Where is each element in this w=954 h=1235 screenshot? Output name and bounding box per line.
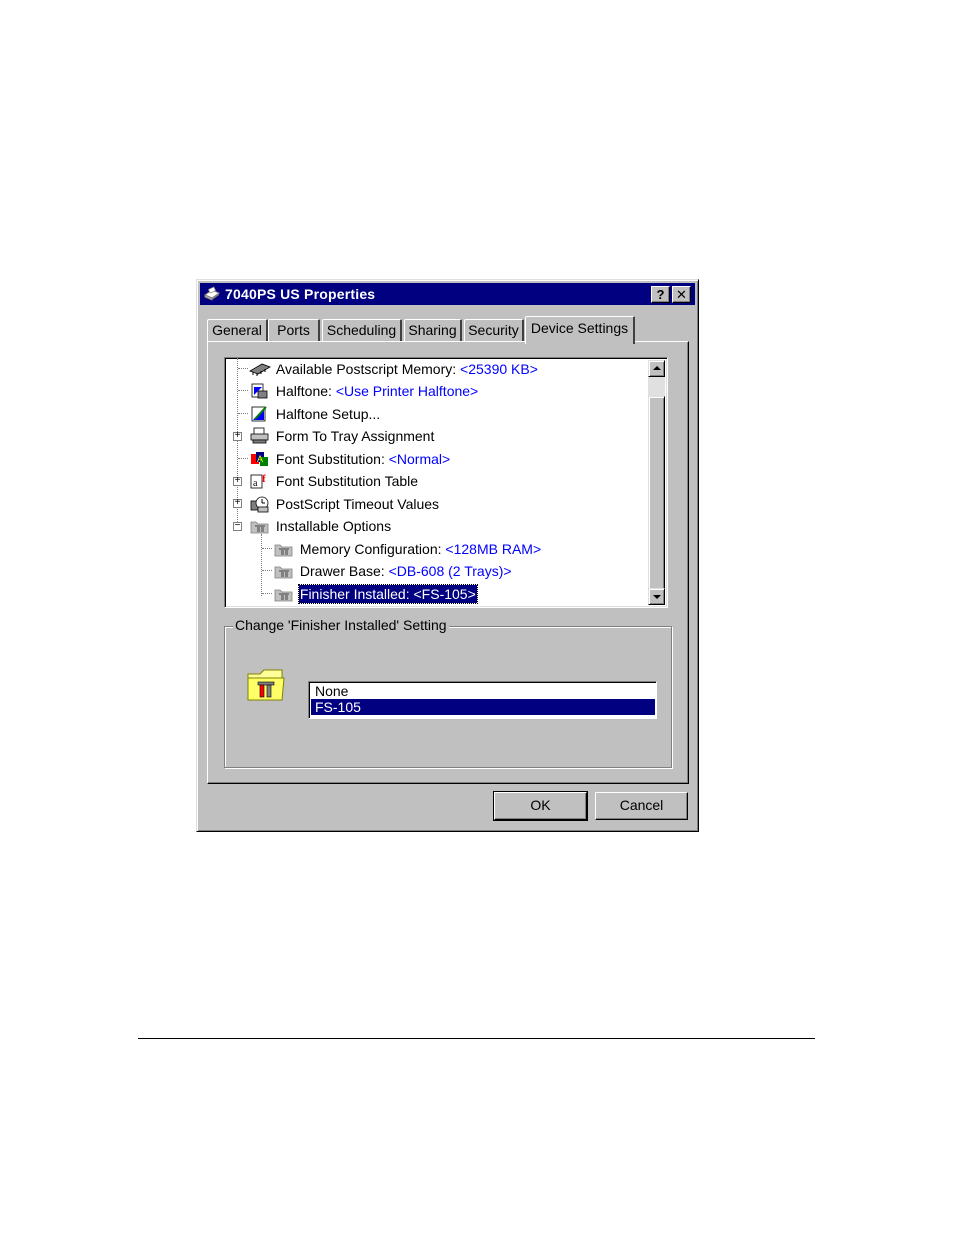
tree-item-label: Available Postscript Memory: xyxy=(275,361,457,377)
list-item-none[interactable]: None xyxy=(311,683,655,699)
arrow-up-icon xyxy=(653,366,661,370)
options-folder-icon xyxy=(249,517,271,535)
printer-properties-dialog: 7040PS US Properties ? ✕ General Ports S… xyxy=(196,279,699,832)
tree-item-halftone[interactable]: Halftone: <Use Printer Halftone> xyxy=(249,382,479,402)
ok-button[interactable]: OK xyxy=(493,791,588,821)
window-title: 7040PS US Properties xyxy=(225,286,376,302)
options-folder-icon xyxy=(273,562,295,580)
tree-connector xyxy=(238,368,248,370)
tree-item-label: Finisher Installed: xyxy=(299,586,410,602)
halftone-icon xyxy=(249,382,271,400)
tree-item-drawer-base[interactable]: Drawer Base: <DB-608 (2 Trays)> xyxy=(273,562,513,582)
tree-item-label: PostScript Timeout Values xyxy=(275,496,440,512)
tree-item-label: Memory Configuration: xyxy=(299,541,442,557)
page-divider xyxy=(138,1038,815,1039)
group-label: Change 'Finisher Installed' Setting xyxy=(233,617,449,633)
tab-general[interactable]: General xyxy=(207,319,268,341)
options-folder-icon xyxy=(273,585,295,603)
tree-item-halftone-setup[interactable]: Halftone Setup... xyxy=(249,405,381,425)
tree-connector xyxy=(262,593,272,595)
arrow-down-icon xyxy=(653,595,661,599)
tree-item-value: <Normal> xyxy=(388,451,451,467)
tree-connector xyxy=(238,390,248,392)
change-setting-group: Change 'Finisher Installed' Setting None… xyxy=(224,617,672,768)
tab-device-settings[interactable]: Device Settings xyxy=(525,316,635,344)
tree-item-value: <128MB RAM> xyxy=(445,541,542,557)
tab-scheduling[interactable]: Scheduling xyxy=(322,319,402,341)
tree-item-postscript-timeout[interactable]: PostScript Timeout Values xyxy=(249,495,440,515)
tree-connector xyxy=(238,458,248,460)
collapse-toggle[interactable]: − xyxy=(233,521,242,531)
tree-item-value: <FS-105> xyxy=(413,586,476,602)
tree-connector xyxy=(262,548,272,550)
tree-connector xyxy=(261,534,263,596)
tree-item-postscript-memory[interactable]: Available Postscript Memory: <25390 KB> xyxy=(249,360,539,380)
close-button[interactable]: ✕ xyxy=(672,286,691,303)
printer-tray-icon xyxy=(249,427,271,445)
cancel-button[interactable]: Cancel xyxy=(595,792,688,820)
vertical-scrollbar[interactable] xyxy=(648,360,665,605)
tree-item-form-to-tray[interactable]: Form To Tray Assignment xyxy=(249,427,435,447)
title-bar[interactable]: 7040PS US Properties ? ✕ xyxy=(200,283,695,305)
tree-item-label: Font Substitution Table xyxy=(275,473,419,489)
tree-item-value: <DB-608 (2 Trays)> xyxy=(388,563,512,579)
tree-item-installable-options[interactable]: Installable Options xyxy=(249,517,392,537)
tree-item-label: Form To Tray Assignment xyxy=(275,428,435,444)
tree-item-finisher-installed[interactable]: Finisher Installed: <FS-105> xyxy=(273,584,478,605)
scroll-up-button[interactable] xyxy=(648,360,665,377)
tree-item-label: Installable Options xyxy=(275,518,392,534)
svg-text:a: a xyxy=(253,478,258,489)
tree-item-label: Halftone Setup... xyxy=(275,406,381,422)
tree-item-font-substitution-table[interactable]: af Font Substitution Table xyxy=(249,472,419,492)
halftone-setup-icon xyxy=(249,405,271,423)
tree-item-label: Drawer Base: xyxy=(299,563,385,579)
expand-toggle[interactable]: + xyxy=(233,498,242,508)
printer-icon xyxy=(203,286,221,301)
tab-ports[interactable]: Ports xyxy=(268,319,320,341)
svg-text:f: f xyxy=(262,473,266,485)
tab-sharing[interactable]: Sharing xyxy=(404,319,462,341)
device-settings-tree[interactable]: + + + − Available Postscript Memory: <25… xyxy=(224,357,668,608)
device-settings-panel: + + + − Available Postscript Memory: <25… xyxy=(207,341,689,784)
scroll-thumb[interactable] xyxy=(648,396,665,592)
timeout-icon xyxy=(249,495,271,513)
finisher-options-listbox[interactable]: None FS-105 xyxy=(308,681,657,719)
tree-item-font-substitution[interactable]: A Font Substitution: <Normal> xyxy=(249,450,451,470)
tree-item-memory-configuration[interactable]: Memory Configuration: <128MB RAM> xyxy=(273,540,542,560)
tree-item-label: Font Substitution: xyxy=(275,451,385,467)
scroll-down-button[interactable] xyxy=(648,588,665,605)
tab-security[interactable]: Security xyxy=(464,319,524,341)
tree-item-label: Halftone: xyxy=(275,383,332,399)
font-substitution-icon: A xyxy=(249,450,271,468)
options-folder-icon xyxy=(247,669,285,701)
svg-text:A: A xyxy=(257,454,263,464)
help-button[interactable]: ? xyxy=(651,286,670,303)
list-item-fs-105[interactable]: FS-105 xyxy=(311,699,655,715)
memory-chip-icon xyxy=(249,360,271,378)
options-folder-icon xyxy=(273,540,295,558)
tree-item-value: <25390 KB> xyxy=(460,361,538,377)
font-table-icon: af xyxy=(249,472,271,490)
tree-connector xyxy=(238,413,248,415)
tree-connector xyxy=(262,570,272,572)
tree-item-value: <Use Printer Halftone> xyxy=(335,383,479,399)
expand-toggle[interactable]: + xyxy=(233,431,242,441)
expand-toggle[interactable]: + xyxy=(233,476,242,486)
